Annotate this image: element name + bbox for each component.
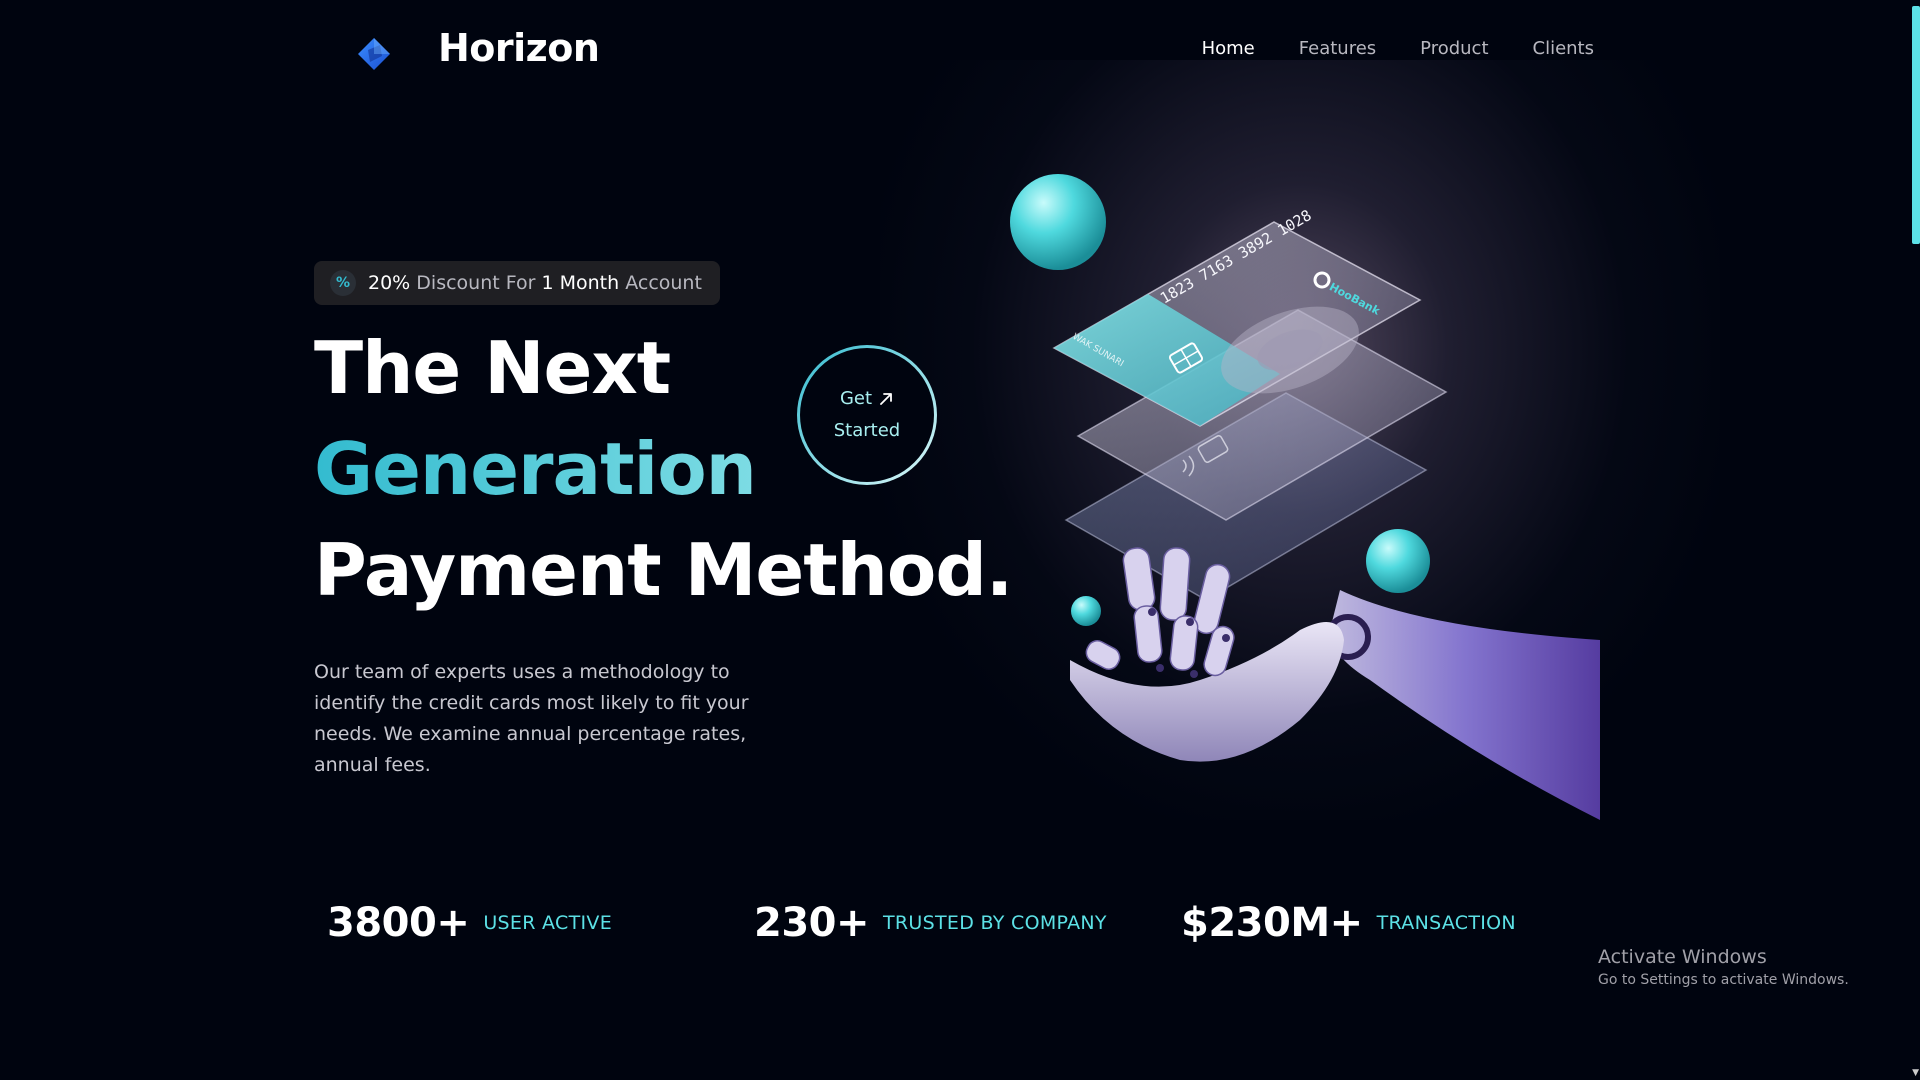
watermark-subtitle: Go to Settings to activate Windows. <box>1598 972 1849 988</box>
get-started-inner: Get Started <box>800 348 934 482</box>
nav-links: Home Features Product Clients <box>1202 38 1594 59</box>
scrollbar[interactable]: ▼ <box>1910 0 1920 1080</box>
hero-title-line-3: Payment Method. <box>314 528 1013 612</box>
diamond-logo-icon[interactable] <box>356 36 392 72</box>
robotic-hand <box>1070 622 1344 762</box>
hero-description: Our team of experts uses a methodology t… <box>314 661 749 776</box>
stat-transaction: $230M+ TRANSACTION <box>1181 900 1516 946</box>
stat-label: TRUSTED BY COMPANY <box>883 912 1107 934</box>
robotic-arm <box>1330 590 1600 820</box>
stat-value: $230M+ <box>1181 900 1363 946</box>
hero-illustration: 1823 7163 3892 1028 HooBank WAK SUNARI <box>1010 174 1600 820</box>
nav-item-product[interactable]: Product <box>1420 38 1488 59</box>
activate-windows-watermark: Activate Windows Go to Settings to activ… <box>1598 944 1849 990</box>
sphere-large <box>1010 174 1106 270</box>
discount-text-3: Account <box>625 272 702 294</box>
nav-item-home[interactable]: Home <box>1202 38 1255 59</box>
nav-item-features[interactable]: Features <box>1299 38 1376 59</box>
get-started-label-2: Started <box>833 420 901 441</box>
nav-item-clients[interactable]: Clients <box>1533 38 1595 59</box>
sphere-medium <box>1366 529 1430 593</box>
get-started-button[interactable]: Get Started <box>797 345 937 485</box>
stat-value: 230+ <box>754 900 870 946</box>
discount-duration: 1 Month <box>541 272 620 294</box>
watermark-title: Activate Windows <box>1598 946 1767 968</box>
stat-label: USER ACTIVE <box>483 912 612 934</box>
discount-badge: % 20% Discount For 1 Month Account <box>314 261 720 305</box>
get-started-label-1: Get <box>839 388 873 409</box>
stat-value: 3800+ <box>327 900 470 946</box>
discount-text-1: Discount For <box>416 272 536 294</box>
scroll-down-arrow-icon[interactable]: ▼ <box>1912 1068 1919 1078</box>
stats-row: 3800+ USER ACTIVE 230+ TRUSTED BY COMPAN… <box>327 900 1516 946</box>
landing-page: Horizon Home Features Product Clients % … <box>0 0 1920 1080</box>
sphere-small <box>1071 596 1101 626</box>
scrollbar-thumb[interactable] <box>1912 6 1920 244</box>
stat-user-active: 3800+ USER ACTIVE <box>327 900 754 946</box>
discount-percent-icon: % <box>330 270 356 296</box>
brand-name[interactable]: Horizon <box>438 26 600 70</box>
stat-trusted-by-company: 230+ TRUSTED BY COMPANY <box>754 900 1181 946</box>
navbar: Horizon Home Features Product Clients <box>314 22 1594 78</box>
discount-percent: 20% <box>368 272 411 294</box>
arrow-up-right-icon <box>880 393 892 405</box>
stat-label: TRANSACTION <box>1376 912 1516 934</box>
